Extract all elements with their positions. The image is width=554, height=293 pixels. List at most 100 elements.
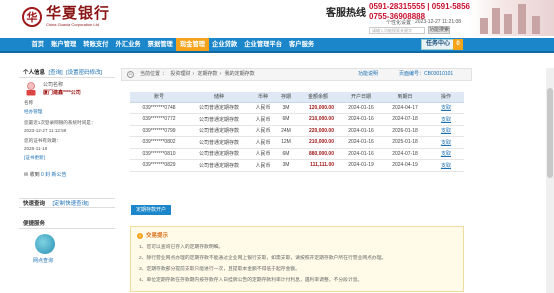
withdraw-link[interactable]: 支取 — [428, 113, 464, 126]
cell-term: 6M — [276, 148, 296, 160]
withdraw-link[interactable]: 支取 — [428, 102, 464, 114]
message-count: 0 封 新公告 — [41, 172, 67, 178]
quick-query-title: 快速查询 — [23, 201, 46, 207]
breadcrumb-deposit[interactable]: 定期存款 — [198, 71, 218, 77]
scrollbar-thumb[interactable] — [547, 88, 553, 178]
nav-platform[interactable]: 企业管理平台 — [241, 38, 286, 51]
customize-quick-query-link[interactable]: [定制快速查询] — [53, 201, 89, 207]
col-account: 账号 — [130, 92, 188, 103]
bank-name: 华夏银行 — [46, 4, 111, 22]
last-login-label: 您最近1次登录网银的系统时间是： — [24, 120, 96, 125]
tips-title: 交易提示 — [146, 233, 169, 239]
table-row: 039*******0810 公司普通定期存款 人民币 6M 880,000.0… — [130, 148, 464, 160]
cell-account: 039*******0772 — [130, 113, 188, 126]
company-label: 公司名称 — [43, 82, 64, 88]
cell-due-date: 2024-07-18 — [382, 148, 428, 160]
cell-type: 公司普通定期存款 — [188, 148, 250, 160]
cell-amount: 111,111.00 — [296, 159, 340, 172]
breadcrumb-invest[interactable]: 投资理财 — [170, 71, 190, 77]
table-row: 039*******0802 公司普通定期存款 人民币 12M 210,000.… — [130, 136, 464, 149]
page-scrollbar[interactable] — [546, 68, 554, 293]
nav-account[interactable]: 账户管理 — [48, 38, 80, 51]
branch-search-icon[interactable] — [35, 234, 55, 254]
header-time: 2023-12-27 11:21:08 — [415, 19, 462, 25]
nav-items: 首页 账户管理 转账支付 外汇业务 票据管理 现金管理 企业贷款 企业管理平台 … — [28, 38, 318, 51]
password-change-link[interactable]: [设置密码修改] — [66, 70, 102, 76]
page-number: 页面编号：CB03010101 — [399, 71, 454, 77]
cell-type: 公司普通定期存款 — [188, 125, 250, 137]
cert-validity-label: 您的证书有效期： — [24, 138, 61, 143]
cell-due-date: 2026-01-18 — [382, 125, 428, 137]
function-search-button[interactable]: 功能搜索 — [428, 26, 450, 34]
tips-panel: i 交易提示 1、您可以查询已存入的定期存款明细。 2、除行营业网点办理的定期存款… — [130, 226, 464, 292]
cell-amount: 210,000.00 — [296, 113, 340, 126]
col-term: 存期 — [276, 92, 296, 103]
table-row: 039*******0829 公司普通定期存款 人民币 3M 111,111.0… — [130, 159, 464, 172]
cell-currency: 人民币 — [250, 125, 276, 137]
cell-amount: 120,000.00 — [296, 102, 340, 114]
company-name: 厦门建鑫****公司 — [43, 90, 81, 96]
user-name: 经办管理 — [24, 109, 43, 114]
hotline-number-1: 0591-28315555 | 0591-5856288 — [369, 2, 484, 11]
branch-search-label[interactable]: 网点查询 — [33, 257, 53, 264]
nav-service[interactable]: 客户服务 — [286, 38, 318, 51]
nav-home[interactable]: 首页 — [28, 38, 48, 51]
table-row: 039*******0799 公司普通定期存款 人民币 24M 220,000.… — [130, 125, 464, 137]
cell-type: 公司普通定期存款 — [188, 113, 250, 126]
col-action: 操作 — [428, 92, 464, 103]
deposit-table: 账号 储种 币种 存期 金额余额 开户日期 到期日 操作 039*******0… — [130, 92, 464, 172]
cell-amount: 210,000.00 — [296, 136, 340, 149]
tip-item: 3、定期存款部分提前支取只能进行一次，且提取本金额不得低于起存金额。 — [139, 267, 300, 272]
nav-forex[interactable]: 外汇业务 — [112, 38, 144, 51]
cell-account: 039*******0748 — [130, 102, 188, 114]
withdraw-link[interactable]: 支取 — [428, 125, 464, 137]
account-panel-title: 个人信息 — [23, 70, 46, 76]
withdraw-link[interactable]: 支取 — [428, 136, 464, 149]
cell-currency: 人民币 — [250, 113, 276, 126]
message-text: 收到 — [29, 172, 40, 178]
cell-account: 039*******0799 — [130, 125, 188, 137]
open-deposit-button[interactable]: 定期存款开户 — [131, 205, 171, 215]
cell-account: 039*******0829 — [130, 159, 188, 172]
account-query-link[interactable]: [查询] — [49, 70, 63, 76]
info-icon: i — [137, 233, 143, 239]
message-notice[interactable]: ✉ 收到 0 封 新公告 — [24, 171, 67, 178]
bank-emblem-icon: 华 — [22, 6, 42, 27]
cell-type: 公司普通定期存款 — [188, 159, 250, 172]
tip-item: 2、除行营业网点办理的定期存款不能通过企业网上银行支取，如需支取，请按照开定期存… — [139, 256, 387, 261]
withdraw-link[interactable]: 支取 — [428, 159, 464, 172]
main-nav: 首页 账户管理 转账支付 外汇业务 票据管理 现金管理 企业贷款 企业管理平台 … — [0, 38, 554, 53]
personal-settings-link[interactable]: 个性化设置 — [386, 20, 411, 26]
bank-logo[interactable]: 华 华夏银行 China Guaxia Corporation Ltd — [22, 6, 110, 27]
cell-term: 3M — [276, 102, 296, 114]
cell-due-date: 2025-01-18 — [382, 136, 428, 149]
hotline-title: 客服热线 — [326, 8, 366, 19]
function-help-link[interactable]: 功能说明 — [358, 70, 378, 77]
location-icon: ⌂ — [127, 71, 134, 78]
cert-update-link[interactable]: [证书更新] — [24, 155, 45, 161]
cell-currency: 人民币 — [250, 136, 276, 149]
header-links: 个性化设置 — [386, 19, 415, 26]
cell-open-date: 2024-01-16 — [340, 148, 382, 160]
cell-term: 3M — [276, 159, 296, 172]
nav-loans[interactable]: 企业贷款 — [209, 38, 241, 51]
col-due-date: 到期日 — [382, 92, 428, 103]
col-type: 储种 — [188, 92, 250, 103]
header-decoration — [470, 0, 554, 36]
cell-amount: 880,000.00 — [296, 148, 340, 160]
breadcrumb-current: 我的定期存款 — [224, 71, 255, 77]
cell-account: 039*******0810 — [130, 148, 188, 160]
tip-item: 4、单位定期存款在存款期内按存款存入日挂牌公告的定期存款利率计付利息，遇利率调整… — [139, 278, 363, 283]
tips-header: i 交易提示 — [137, 231, 168, 239]
cell-due-date: 2024-04-17 — [382, 102, 428, 114]
nav-cash[interactable]: 现金管理 — [176, 38, 209, 51]
function-search-input[interactable]: 请输入功能搜索关键字 — [369, 27, 425, 34]
cell-term: 12M — [276, 136, 296, 149]
withdraw-link[interactable]: 支取 — [428, 148, 464, 160]
last-login-time: 2023-12-27 11:12:59 — [24, 128, 67, 133]
table-header-row: 账号 储种 币种 存期 金额余额 开户日期 到期日 操作 — [130, 92, 464, 103]
main-content: ⌂ 当前位置： 投资理财 › 定期存款 › 我的定期存款 功能说明 页面编号：CB0… — [121, 68, 472, 293]
cell-account: 039*******0802 — [130, 136, 188, 149]
nav-transfer[interactable]: 转账支付 — [80, 38, 112, 51]
nav-bills[interactable]: 票据管理 — [144, 38, 176, 51]
